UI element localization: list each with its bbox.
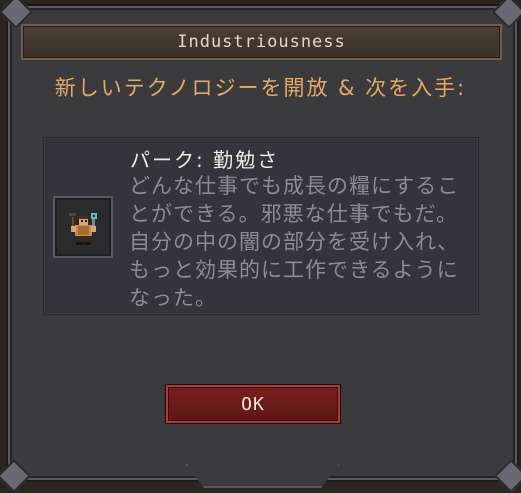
perk-card: パーク: 勤勉さ どんな仕事でも成長の糧にすることができる。邪悪な仕事でもだ。自…	[43, 137, 479, 315]
frame-bottom-ornament	[185, 464, 340, 488]
worker-with-tools-icon	[63, 207, 103, 247]
ok-button[interactable]: OK	[166, 385, 340, 423]
perk-description: どんな仕事でも成長の糧にすることができる。邪悪な仕事でもだ。自分の中の闇の部分を…	[129, 174, 460, 310]
dialog-title: Industriousness	[177, 32, 346, 52]
perk-title: パーク: 勤勉さ	[130, 148, 280, 172]
unlock-headline: 新しいテクノロジーを開放 & 次を入手:	[54, 76, 467, 100]
dialog-title-bar: Industriousness	[21, 24, 502, 60]
perk-icon-frame	[53, 196, 113, 258]
